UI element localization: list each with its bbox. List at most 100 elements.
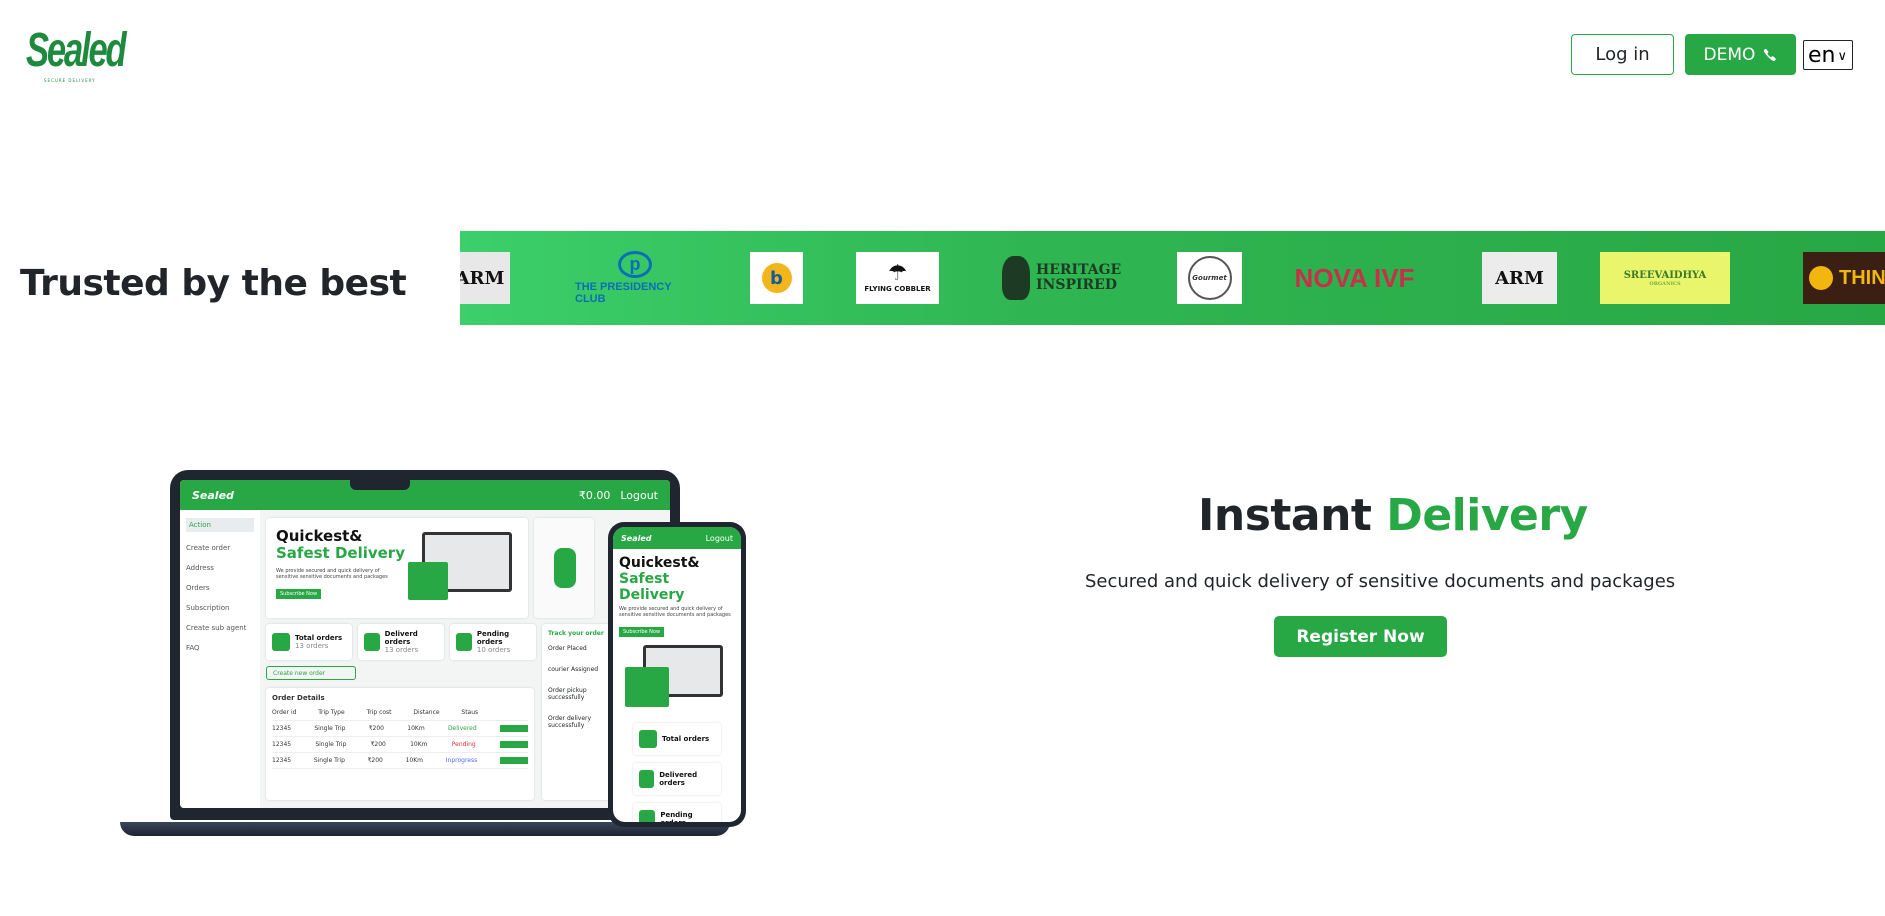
phone-stat-pending: Pending orders xyxy=(633,803,721,822)
laptop-screen: Sealed ₹0.00 Logout Action Create order … xyxy=(180,480,670,808)
track-step: courier Assigned xyxy=(548,666,599,673)
phone-screen: Sealed Logout Quickest& Safest Delivery … xyxy=(613,527,741,822)
partner-label: FLYING COBBLER xyxy=(864,285,931,293)
phone-stat-total: Total orders xyxy=(633,723,721,755)
box-icon xyxy=(456,633,472,651)
phone-topbar: Sealed Logout xyxy=(613,527,741,549)
view-button xyxy=(499,725,528,732)
table-row: 12345 Single Trip ₹200 10Km Pending xyxy=(272,737,528,753)
parachute-icon: ☂ xyxy=(887,261,908,286)
partner-logo-sreevaidhya: SREEVAIDHYA ORGANICS xyxy=(1600,252,1730,304)
stat-label: Total orders xyxy=(295,634,343,642)
table-cell: 12345 xyxy=(272,741,292,748)
table-cell: Single Trip xyxy=(313,757,345,764)
phone-banner-desc: We provide secured and quick delivery of… xyxy=(619,606,731,618)
phone-box-illustration xyxy=(625,667,669,707)
table-cell: Single Trip xyxy=(314,725,346,732)
wallet-balance: ₹0.00 xyxy=(578,488,611,502)
box-illustration xyxy=(408,562,448,600)
table-header: Distance xyxy=(413,709,440,716)
partner-logo-nova-ivf: NOVA IVF xyxy=(1272,252,1437,304)
sidebar-item-action: Action xyxy=(186,518,254,532)
partner-label: ARM xyxy=(1495,267,1544,289)
partner-label: SREEVAIDHYA xyxy=(1623,269,1707,281)
table-header: Trip cost xyxy=(366,709,392,716)
app-sidebar: Action Create order Address Orders Subsc… xyxy=(180,510,260,808)
brand-logo[interactable]: Sealed SECURE DELIVERY xyxy=(26,22,127,86)
partner-logo-bottleshake: b xyxy=(750,252,803,304)
partner-logo-arm: ARM xyxy=(460,252,510,304)
presidency-emblem-icon: p xyxy=(618,251,652,278)
sidebar-item-subscription: Subscription xyxy=(186,604,230,612)
table-header-row: Order id Trip Type Trip cost Distance St… xyxy=(272,705,528,721)
phone-mockup: Sealed Logout Quickest& Safest Delivery … xyxy=(608,522,746,827)
hero-title-prefix: Instant xyxy=(1198,490,1372,541)
logo-wordmark: Sealed xyxy=(26,24,127,77)
track-step: Order pickup successfully xyxy=(548,687,587,701)
hero-subtitle: Secured and quick delivery of sensitive … xyxy=(1085,571,1676,592)
hero-title: Instant Delivery xyxy=(1198,490,1588,541)
sidebar-item-create-sub-agent: Create sub agent xyxy=(186,624,247,632)
subscribe-button: Subscribe Now xyxy=(276,589,322,599)
register-now-button[interactable]: Register Now xyxy=(1274,616,1447,657)
stat-total-orders: Total orders 13 orders xyxy=(266,624,352,660)
stat-delivered-orders: Deliverd orders 13 orders xyxy=(358,624,444,660)
create-order-button: Create new order xyxy=(266,666,356,680)
table-cell: Pending xyxy=(451,741,476,748)
partner-logo-strip: ARM p THE PRESIDENCY CLUB b ☂ FLYING COB… xyxy=(460,231,1885,325)
box-icon xyxy=(639,730,657,748)
phone-banner: Quickest& Safest Delivery We provide sec… xyxy=(613,549,741,637)
table-cell: Inprogress xyxy=(445,757,478,764)
app-logo: Sealed xyxy=(192,488,234,502)
partner-logo-gourmet: Gourmet xyxy=(1177,252,1242,304)
box-icon xyxy=(639,770,655,788)
box-icon xyxy=(639,810,656,822)
stat-label: Pending orders xyxy=(476,630,510,646)
stat-label: Delivered orders xyxy=(659,771,698,787)
table-header: Trip Type xyxy=(318,709,345,716)
table-cell: ₹200 xyxy=(368,725,384,732)
scooter-card xyxy=(534,518,594,618)
table-row: 12345 Single Trip ₹200 10Km Inprogress xyxy=(272,753,528,769)
order-details-title: Order Details xyxy=(272,694,325,702)
partner-logo-sana-thina: THINA xyxy=(1803,252,1885,304)
sidebar-item-orders: Orders xyxy=(186,584,210,592)
sidebar-item-create-order: Create order xyxy=(186,544,231,552)
logo-tagline: SECURE DELIVERY xyxy=(44,78,96,83)
demo-button[interactable]: DEMO xyxy=(1685,34,1796,75)
laptop-notch xyxy=(350,480,410,490)
box-icon xyxy=(364,633,380,651)
table-row: 12345 Single Trip ₹200 10Km Delivered xyxy=(272,721,528,737)
stat-count: 13 orders xyxy=(384,646,419,654)
partner-logo-flying-cobbler: ☂ FLYING COBBLER xyxy=(856,252,939,304)
partner-logo-arm: ARM xyxy=(1482,252,1557,304)
phone-banner-line-2: Safest Delivery xyxy=(619,571,685,603)
phone-subscribe-button: Subscribe Now xyxy=(619,627,665,637)
hero-title-accent: Delivery xyxy=(1386,490,1588,541)
order-details-card: Order Details Order id Trip Type Trip co… xyxy=(266,688,534,800)
table-cell: 12345 xyxy=(272,757,292,764)
partner-label: b xyxy=(761,263,792,293)
phone-icon xyxy=(1764,48,1777,61)
lion-icon xyxy=(1002,256,1030,300)
partner-label: THE PRESIDENCY CLUB xyxy=(575,281,672,305)
language-select[interactable]: en ∨ xyxy=(1803,40,1853,70)
partner-label: THINA xyxy=(1839,266,1885,289)
sidebar-item-faq: FAQ xyxy=(186,644,200,652)
partner-logo-presidency-club: p THE PRESIDENCY CLUB xyxy=(575,251,695,305)
stat-count: 13 orders xyxy=(295,642,329,650)
phone-stat-delivered: Delivered orders xyxy=(633,763,721,795)
rider-illustration xyxy=(554,548,576,588)
banner-desc: We provide secured and quick delivery of… xyxy=(276,568,388,580)
table-cell: Single Trip xyxy=(315,741,347,748)
box-icon xyxy=(272,633,290,651)
view-button xyxy=(499,741,528,748)
stat-pending-orders: Pending orders 10 orders xyxy=(450,624,536,660)
chevron-down-icon: ∨ xyxy=(1837,48,1847,64)
table-cell: ₹200 xyxy=(367,757,383,764)
logout-label: Logout xyxy=(620,488,658,502)
table-header: Staus xyxy=(461,709,479,716)
login-button[interactable]: Log in xyxy=(1571,34,1674,75)
track-title: Track your order xyxy=(548,630,604,637)
phone-logout: Logout xyxy=(705,533,733,543)
